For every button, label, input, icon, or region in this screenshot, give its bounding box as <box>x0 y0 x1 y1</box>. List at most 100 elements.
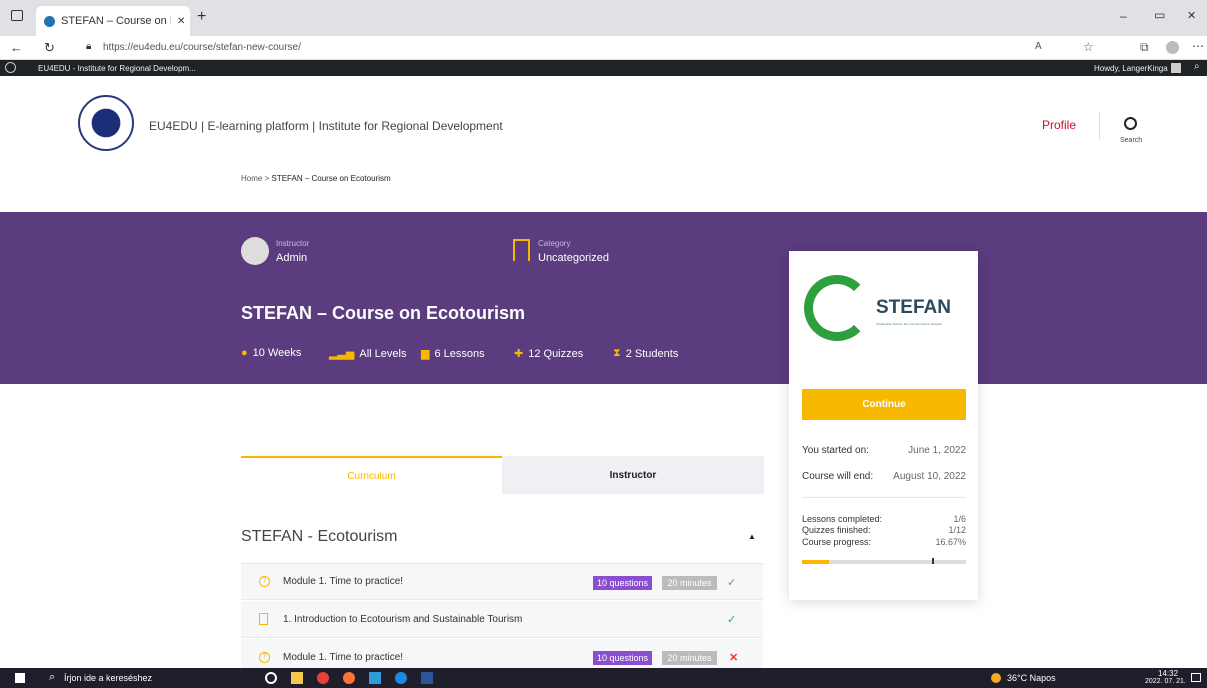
browser-tab-bar: STEFAN – Course on Ecotourism ✕ + – ▭ ✕ <box>0 0 1207 36</box>
new-tab-button[interactable]: + <box>197 8 206 26</box>
file-explorer-icon[interactable] <box>291 672 303 684</box>
lessons-completed-value: 1/6 <box>953 514 966 524</box>
clock-date[interactable]: 2022. 07. 21. <box>1145 678 1186 685</box>
breadcrumb-separator: > <box>264 174 270 183</box>
store-icon[interactable] <box>369 672 381 684</box>
firefox-icon[interactable] <box>343 672 355 684</box>
category-label: Category <box>538 239 571 248</box>
stat-levels: ▂▃▅ All Levels <box>329 347 407 361</box>
course-progress-label: Course progress: <box>802 537 872 547</box>
taskbar-search[interactable]: Írjon ide a kereséshez <box>64 673 152 683</box>
tab-curriculum-label: Curriculum <box>347 470 396 482</box>
duration-badge: 20 minutes <box>662 576 717 590</box>
questions-badge: 10 questions <box>593 576 652 590</box>
leaf-logo-icon <box>804 275 870 341</box>
breadcrumb-home[interactable]: Home <box>241 174 262 183</box>
address-bar: ← ↻ 🔒︎ https://eu4edu.eu/course/stefan-n… <box>0 36 1207 60</box>
instructor-name[interactable]: Admin <box>276 252 307 264</box>
lessons-completed-label: Lessons completed: <box>802 514 883 524</box>
more-menu-icon[interactable]: ⋯ <box>1192 39 1204 53</box>
search-icon[interactable] <box>1124 117 1137 130</box>
close-window-button[interactable]: ✕ <box>1187 9 1196 22</box>
url-field[interactable]: https://eu4edu.eu/course/stefan-new-cour… <box>103 42 301 53</box>
word-icon[interactable] <box>421 672 433 684</box>
card-divider <box>802 497 966 498</box>
profile-link[interactable]: Profile <box>1042 118 1076 132</box>
lessons-icon: ▆ <box>421 348 430 360</box>
favorites-icon[interactable]: ☆ <box>1083 40 1094 54</box>
quiz-icon: ? <box>259 651 270 663</box>
continue-button[interactable]: Continue <box>802 389 966 420</box>
profile-avatar-icon[interactable] <box>1166 41 1179 54</box>
notification-icon[interactable] <box>1191 673 1201 682</box>
section-title[interactable]: STEFAN - Ecotourism <box>241 528 397 546</box>
stat-duration: ● 10 Weeks <box>241 347 301 359</box>
admin-search-icon[interactable]: ⌕ <box>1194 61 1200 72</box>
search-label[interactable]: Search <box>1120 137 1142 144</box>
weather-icon[interactable] <box>991 673 1001 683</box>
admin-howdy[interactable]: Howdy, LangerKinga <box>1094 64 1168 73</box>
stat-students: ⧗ 2 Students <box>613 347 678 360</box>
admin-site-name[interactable]: EU4EDU - Institute for Regional Developm… <box>38 64 196 73</box>
lesson-title: Module 1. Time to practice! <box>283 651 404 663</box>
level-bars-icon: ▂▃▅ <box>329 348 355 360</box>
browser-tab[interactable]: STEFAN – Course on Ecotourism ✕ <box>36 6 190 36</box>
tab-instructor[interactable]: Instructor <box>502 456 764 494</box>
course-progress-value: 16.67% <box>935 537 966 547</box>
quizzes-finished-label: Quizzes finished: <box>802 525 871 535</box>
tab-actions-icon[interactable] <box>11 10 23 21</box>
clock-time[interactable]: 14:32 <box>1158 669 1178 678</box>
stat-lessons-text: 6 Lessons <box>434 347 485 360</box>
lesson-item-2[interactable]: 1. Introduction to Ecotourism and Sustai… <box>241 601 763 638</box>
tab-title: STEFAN – Course on Ecotourism <box>61 15 171 27</box>
tab-curriculum[interactable]: Curriculum <box>241 456 502 494</box>
task-view-icon[interactable] <box>265 672 277 684</box>
close-tab-icon[interactable]: ✕ <box>177 16 185 27</box>
passing-marker <box>932 558 934 564</box>
windows-start-icon[interactable] <box>15 673 25 683</box>
lessons-completed-row: Lessons completed: 1/6 <box>802 514 966 524</box>
status-check-icon: ✓ <box>727 614 737 626</box>
header-divider <box>1099 112 1100 140</box>
course-hero: Instructor Admin Category Uncategorized … <box>0 212 1207 384</box>
chrome-icon[interactable] <box>317 672 329 684</box>
stat-quizzes: ✚ 12 Quizzes <box>514 347 584 361</box>
status-cross-icon: ✕ <box>729 652 739 664</box>
status-check-icon: ✓ <box>727 577 737 589</box>
stat-duration-text: 10 Weeks <box>252 347 302 359</box>
lesson-item-1[interactable]: ? Module 1. Time to practice! 10 questio… <box>241 563 763 600</box>
end-date-label: Course will end: <box>802 471 874 482</box>
collections-icon[interactable]: ⧉ <box>1140 40 1149 55</box>
site-title[interactable]: EU4EDU | E-learning platform | Institute… <box>149 119 503 133</box>
weather-text[interactable]: 36°C Napos <box>1007 673 1056 683</box>
taskbar-search-icon[interactable]: ⌕ <box>49 671 55 684</box>
wp-admin-bar: EU4EDU - Institute for Regional Developm… <box>0 60 1207 76</box>
read-aloud-icon[interactable]: A <box>1035 41 1042 52</box>
progress-bar-fill <box>802 560 830 564</box>
lesson-title: 1. Introduction to Ecotourism and Sustai… <box>283 613 523 625</box>
quiz-icon: ? <box>259 576 270 587</box>
taskbar-app-icons[interactable] <box>265 672 575 684</box>
refresh-icon[interactable]: ↻ <box>44 40 55 56</box>
progress-bar <box>802 558 966 564</box>
wordpress-logo-icon[interactable] <box>5 62 16 73</box>
instructor-label: Instructor <box>276 239 310 248</box>
category-name[interactable]: Uncategorized <box>538 252 609 264</box>
restore-button[interactable]: ▭ <box>1154 8 1165 22</box>
instructor-avatar[interactable] <box>241 237 269 265</box>
collapse-icon[interactable]: ▲ <box>748 532 756 541</box>
course-progress-row: Course progress: 16.67% <box>802 537 966 547</box>
end-date-value: August 10, 2022 <box>893 471 966 482</box>
start-date-row: You started on: June 1, 2022 <box>802 445 966 456</box>
clock-icon: ● <box>241 347 248 359</box>
start-date-label: You started on: <box>802 445 869 456</box>
minimize-button[interactable]: – <box>1120 9 1127 23</box>
back-icon[interactable]: ← <box>10 40 23 55</box>
site-logo[interactable] <box>78 95 134 151</box>
stat-quizzes-text: 12 Quizzes <box>528 347 584 360</box>
stefan-logo-sub: Sustainable Tourism Eco-friendly Actions… <box>876 322 942 326</box>
edge-icon[interactable] <box>395 672 407 684</box>
stat-levels-text: All Levels <box>359 347 407 360</box>
stat-lessons: ▆ 6 Lessons <box>421 347 485 361</box>
breadcrumb: Home > STEFAN – Course on Ecotourism <box>241 174 391 183</box>
